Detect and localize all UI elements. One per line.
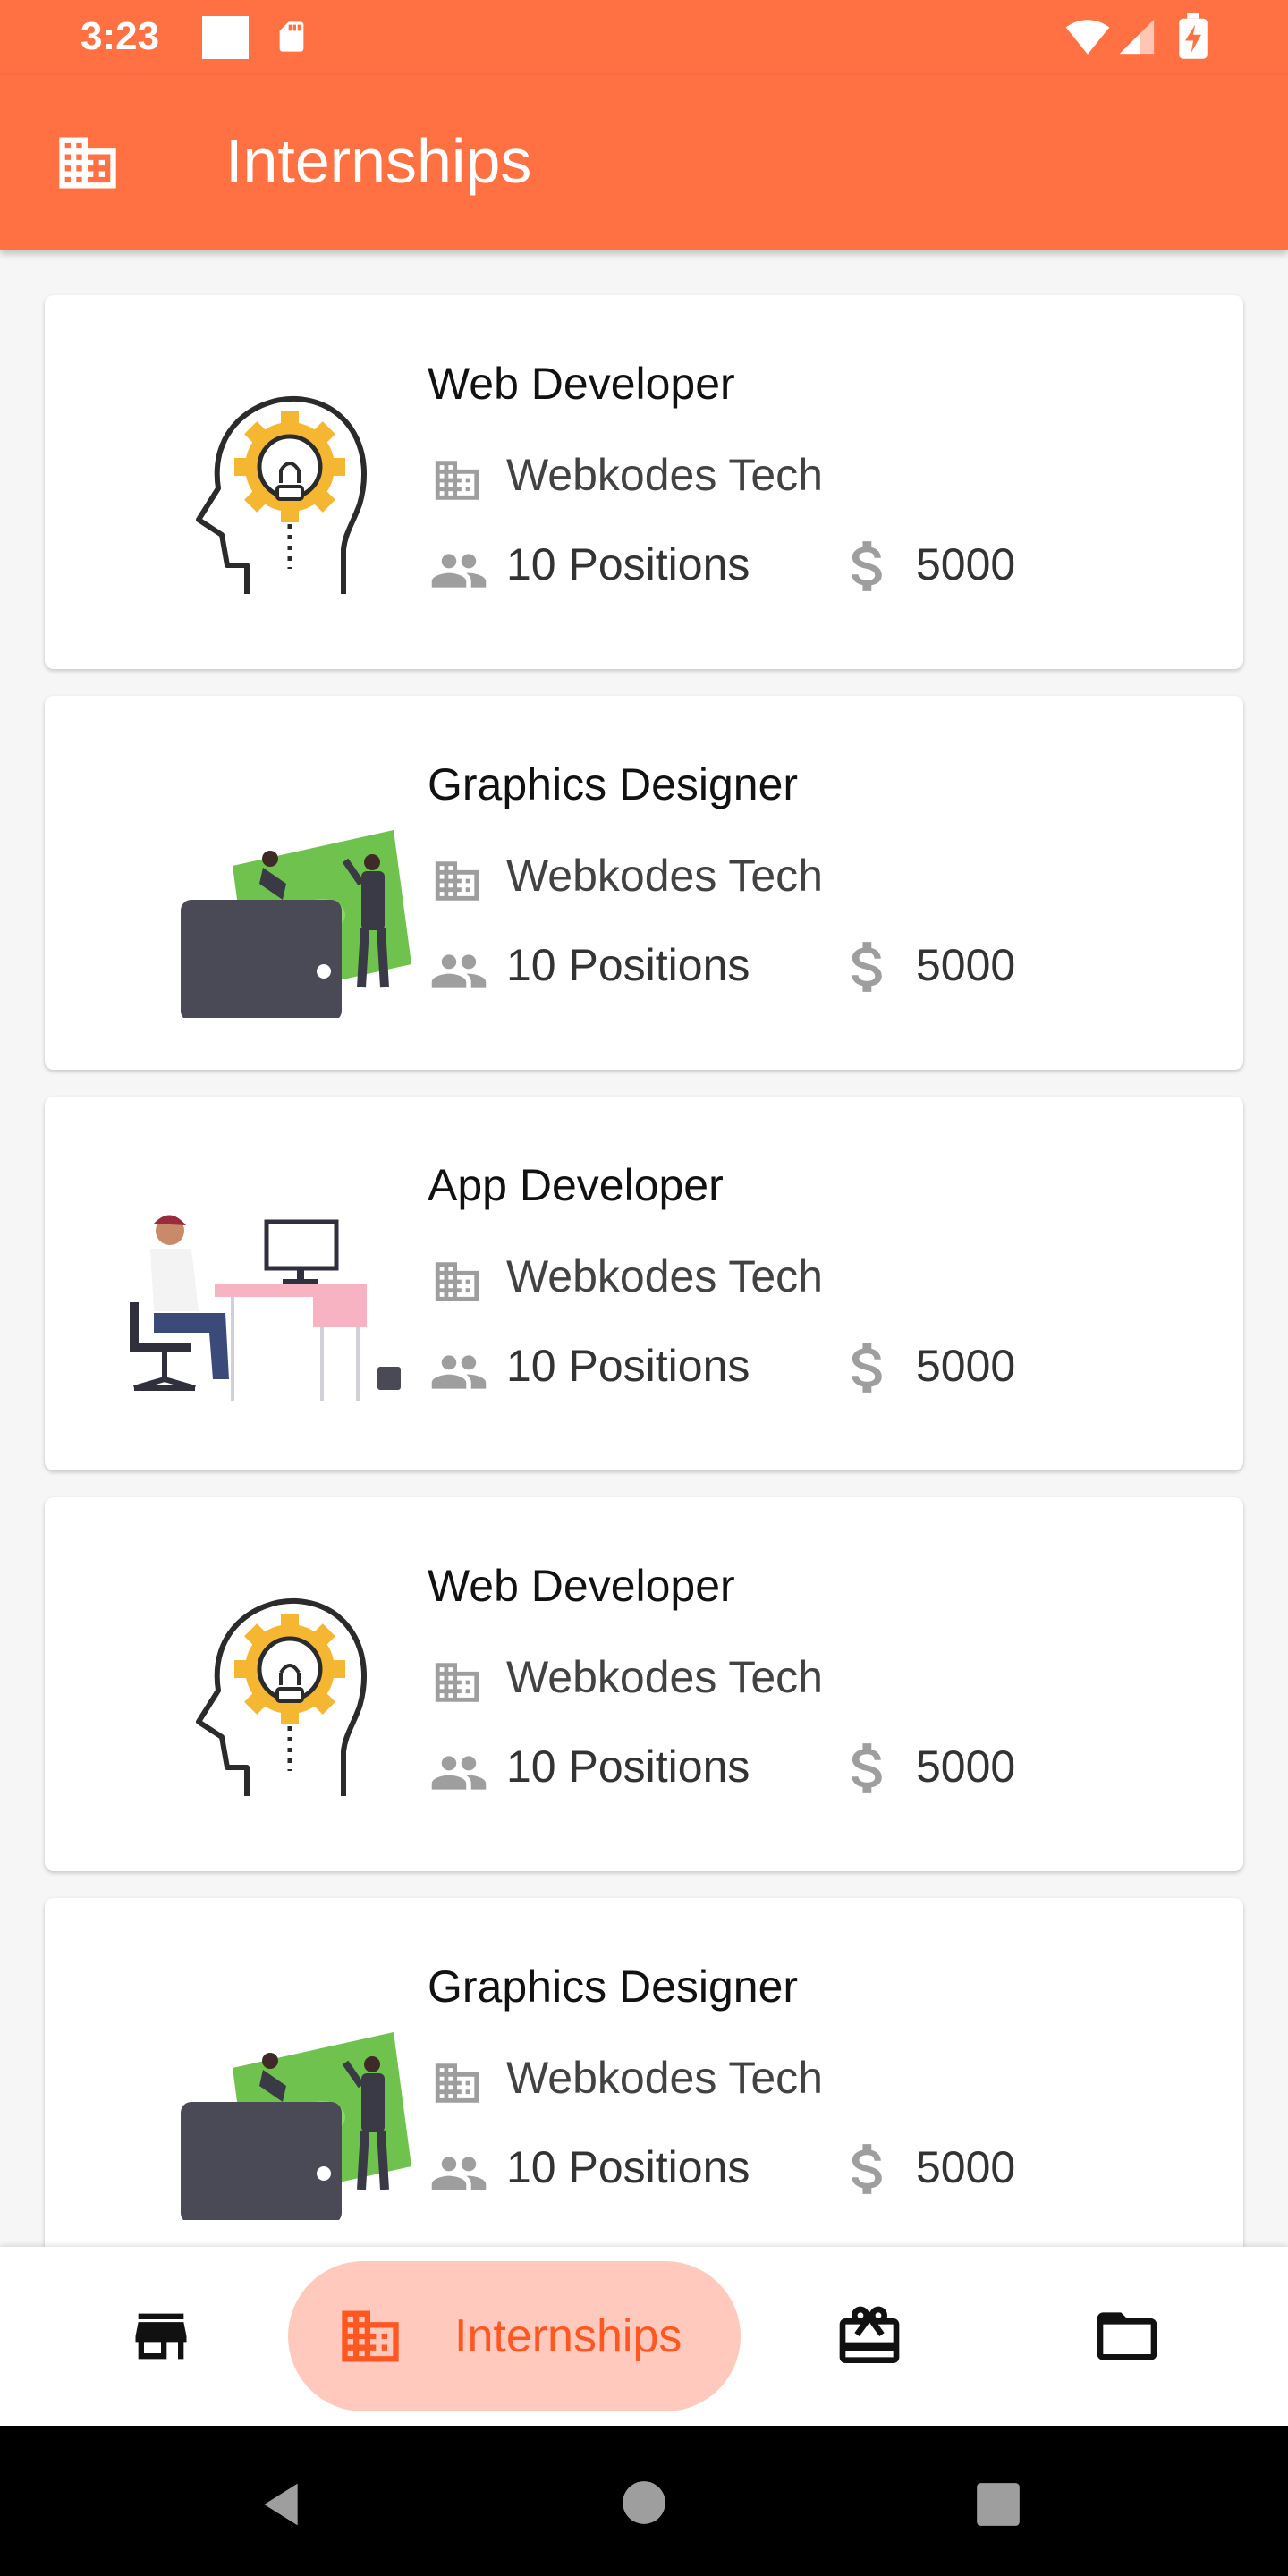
positions-count: 10 Positions xyxy=(506,1341,750,1391)
wifi-icon xyxy=(1065,20,1110,55)
dollar-icon xyxy=(852,2144,882,2194)
status-time: 3:23 xyxy=(80,14,160,58)
people-icon xyxy=(431,2157,487,2190)
stipend-amount: 5000 xyxy=(916,539,1016,589)
internship-title: Web Developer xyxy=(428,359,735,409)
wallet-money-illustration xyxy=(80,750,438,1018)
lightbulb-head-illustration xyxy=(80,1551,438,1819)
internship-card[interactable]: Graphics Designer Webkodes Tech 10 Posit… xyxy=(45,1898,1243,2272)
internship-title: Graphics Designer xyxy=(428,759,799,809)
internship-card[interactable]: App Developer Webkodes Tech 10 Positions… xyxy=(45,1097,1243,1470)
dollar-icon xyxy=(852,1343,882,1393)
stipend-amount: 5000 xyxy=(916,2142,1016,2192)
positions-count: 10 Positions xyxy=(506,940,750,990)
back-icon[interactable] xyxy=(256,2478,306,2531)
system-navigation-bar xyxy=(0,2426,1288,2576)
sd-card-icon xyxy=(279,21,304,52)
page-title: Internships xyxy=(225,126,532,196)
store-icon[interactable] xyxy=(127,2302,195,2370)
lightbulb-head-illustration xyxy=(80,349,438,617)
company-name: Webkodes Tech xyxy=(506,450,823,500)
internship-title: App Developer xyxy=(428,1160,724,1210)
people-icon xyxy=(431,554,487,588)
stipend-amount: 5000 xyxy=(916,940,1016,990)
home-icon[interactable] xyxy=(621,2479,667,2526)
internship-title: Graphics Designer xyxy=(428,1962,799,2012)
internship-card[interactable]: Web Developer Webkodes Tech 10 Positions… xyxy=(45,295,1243,669)
dollar-icon xyxy=(852,1743,882,1793)
person-at-desk-illustration xyxy=(80,1150,438,1419)
internship-title: Web Developer xyxy=(428,1561,735,1611)
positions-count: 10 Positions xyxy=(506,1741,750,1792)
positions-count: 10 Positions xyxy=(506,2142,750,2192)
company-name: Webkodes Tech xyxy=(506,2053,823,2103)
bottom-navigation: Internships xyxy=(0,2247,1288,2426)
recents-icon[interactable] xyxy=(975,2481,1021,2528)
building-icon xyxy=(431,1657,483,1708)
stipend-amount: 5000 xyxy=(916,1741,1016,1792)
stipend-amount: 5000 xyxy=(916,1341,1016,1391)
people-icon xyxy=(431,954,487,988)
notification-icon xyxy=(202,16,249,59)
folder-icon[interactable] xyxy=(1091,2301,1163,2372)
gift-card-icon[interactable] xyxy=(834,2301,905,2372)
building-icon xyxy=(431,2057,483,2109)
app-bar: Internships xyxy=(0,75,1288,250)
nav-item-label: Internships xyxy=(454,2310,682,2362)
wallet-money-illustration xyxy=(80,1952,438,2220)
battery-charging-icon xyxy=(1179,13,1208,59)
people-icon xyxy=(431,1355,487,1389)
company-name: Webkodes Tech xyxy=(506,1652,823,1702)
building-icon xyxy=(431,855,483,907)
status-bar: 3:23 xyxy=(0,0,1288,75)
dollar-icon xyxy=(852,541,882,591)
internship-card[interactable]: Graphics Designer Webkodes Tech 10 Posit… xyxy=(45,696,1243,1070)
signal-icon xyxy=(1119,19,1155,55)
building-icon xyxy=(431,1256,483,1308)
company-name: Webkodes Tech xyxy=(506,851,823,901)
people-icon xyxy=(431,1756,487,1790)
company-name: Webkodes Tech xyxy=(506,1251,823,1301)
positions-count: 10 Positions xyxy=(506,539,750,589)
dollar-icon xyxy=(852,942,882,992)
internship-card[interactable]: Web Developer Webkodes Tech 10 Positions… xyxy=(45,1497,1243,1871)
building-icon xyxy=(431,454,483,506)
building-icon xyxy=(336,2302,404,2370)
building-icon xyxy=(54,129,122,197)
